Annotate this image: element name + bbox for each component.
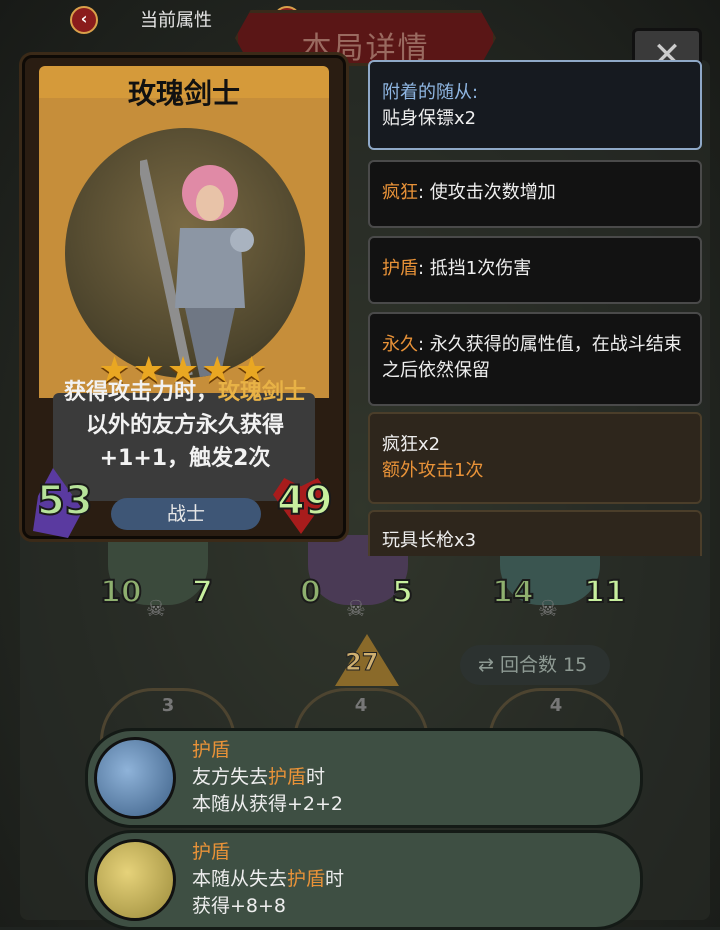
skull-icon: ☠ — [146, 597, 166, 622]
round-counter: ⇄ 回合数 15 — [460, 645, 610, 685]
card-name: 玫瑰剑士 — [127, 77, 240, 110]
shield-tooltip: 护盾 本随从失去护盾时 获得+8+8 — [85, 830, 643, 930]
keyword-panel-frenzy: 疯狂: 使攻击次数增加 — [368, 160, 702, 228]
desc-text-2: 以外的友方永久获得+1+1，触发2次 — [85, 413, 284, 471]
desc-highlight: 玫瑰剑士 — [218, 380, 307, 405]
tooltip-line1: 友方失去护盾时 — [192, 766, 326, 788]
shield-tooltip: 护盾 友方失去护盾时 本随从获得+2+2 — [85, 728, 643, 828]
effect-panel-toy-lance: 玩具长枪x3 — [368, 510, 702, 556]
refresh-icon: ⇄ — [478, 654, 494, 676]
panel-title: 永久 — [382, 334, 418, 355]
board-unit[interactable]: 10 7 ☠ — [98, 535, 218, 635]
tooltip-title: 护盾 — [192, 739, 231, 761]
panel-text: 额外攻击1次 — [382, 460, 484, 481]
card-description: 获得攻击力时，玫瑰剑士以外的友方永久获得+1+1，触发2次 — [55, 376, 315, 475]
keyword-panel-shield: 护盾: 抵挡1次伤害 — [368, 236, 702, 304]
attached-minions-panel: 附着的随从: 贴身保镖x2 — [368, 60, 702, 150]
round-label: 回合数 — [499, 654, 557, 676]
unit-attack: 14 — [491, 574, 535, 611]
tooltip-line2: 本随从获得+2+2 — [192, 793, 344, 815]
unit-attack: 0 — [299, 574, 322, 611]
panel-title: 疯狂 — [382, 182, 418, 203]
keyword-panel-permanent: 永久: 永久获得的属性值，在战斗结束之后依然保留 — [368, 312, 702, 406]
panel-text: : 抵挡1次伤害 — [418, 258, 532, 279]
effect-panel-frenzy: 疯狂x2 额外攻击1次 — [368, 412, 702, 504]
tooltip-line2: 获得+8+8 — [192, 895, 287, 917]
panel-text: 贴身保镖x2 — [382, 108, 477, 129]
unit-health: 11 — [583, 574, 627, 611]
unit-health: 7 — [191, 574, 214, 611]
yellow-moon-icon — [94, 839, 176, 921]
slot-cost: 4 — [354, 695, 368, 716]
minion-card: 玫瑰剑士 ★★★★★ 获得攻击力时，玫瑰剑士以外的友方永久获得+1+1，触发2次… — [22, 55, 346, 539]
panel-title: 玩具长枪x3 — [382, 530, 477, 551]
slot-cost: 3 — [161, 695, 175, 716]
prev-button[interactable]: ‹ — [70, 6, 98, 34]
tooltip-line1: 本随从失去护盾时 — [192, 868, 345, 890]
rose-swordsman-art — [140, 159, 254, 378]
round-value: 15 — [563, 654, 588, 676]
card-attack: 53 — [36, 477, 94, 525]
unit-attack: 10 — [99, 574, 143, 611]
card-portrait — [65, 128, 305, 378]
panel-title: 护盾 — [382, 258, 418, 279]
tooltip-title: 护盾 — [192, 841, 231, 863]
panel-text: : 永久获得的属性值，在战斗结束之后依然保留 — [382, 334, 682, 381]
arrow-value: 27 — [344, 648, 379, 677]
skull-icon: ☠ — [346, 597, 366, 622]
tab-title: 当前属性 — [140, 10, 212, 31]
unit-health: 5 — [391, 574, 414, 611]
panel-title: 附着的随从: — [382, 82, 479, 103]
class-badge: 战士 — [111, 498, 261, 530]
skull-icon: ☠ — [538, 597, 558, 622]
panel-title: 疯狂x2 — [382, 434, 441, 455]
slot-cost: 4 — [549, 695, 563, 716]
card-health: 49 — [276, 477, 334, 525]
desc-text: 获得攻击力时， — [63, 380, 218, 405]
blue-moon-icon — [94, 737, 176, 819]
panel-text: : 使攻击次数增加 — [418, 182, 556, 203]
